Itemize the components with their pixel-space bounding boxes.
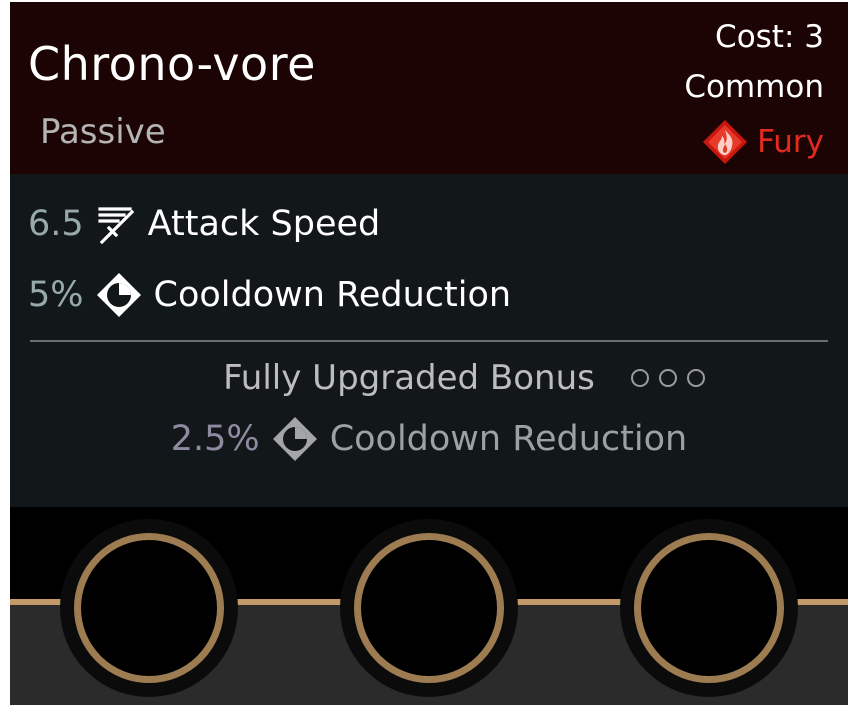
faction-label: Fury: [757, 124, 824, 160]
stat-value: 5%: [28, 275, 84, 315]
upgrade-pip-empty: [658, 369, 677, 387]
item-type: Passive: [40, 112, 166, 152]
upgrade-pip-empty: [630, 369, 649, 387]
item-rarity: Common: [684, 69, 824, 105]
slot-ring: [354, 533, 504, 683]
item-card: Chrono-vore Passive Cost: 3 Common Fury …: [10, 2, 848, 705]
cooldown-clock-icon: [272, 417, 317, 461]
upgrade-bonus-header: Fully Upgraded Bonus: [10, 354, 848, 402]
section-divider: [30, 340, 828, 342]
upgrade-pip-empty: [686, 369, 705, 387]
fury-flame-icon: [703, 120, 748, 164]
stat-label: Cooldown Reduction: [153, 275, 512, 315]
bonus-title: Fully Upgraded Bonus: [223, 358, 595, 398]
slot-ring: [634, 533, 784, 683]
stat-label: Attack Speed: [147, 204, 381, 244]
stat-row-cooldown-reduction: 5% Cooldown Reduction: [28, 270, 511, 320]
upgrade-slot-2[interactable]: [340, 519, 518, 697]
upgrade-slot-3[interactable]: [620, 519, 798, 697]
card-body: 6.5 Attack Speed 5% Cooldown Reduction F…: [10, 174, 848, 507]
upgrade-progress: [630, 369, 705, 387]
item-cost: Cost: 3: [715, 19, 824, 55]
slot-ring: [74, 533, 224, 683]
attack-speed-icon: [98, 207, 134, 244]
upgrade-slot-1[interactable]: [60, 519, 238, 697]
faction-badge: Fury: [701, 118, 824, 166]
upgrade-slots: [10, 507, 848, 705]
item-title: Chrono-vore: [28, 37, 316, 91]
card-header: Chrono-vore Passive Cost: 3 Common Fury: [10, 2, 848, 174]
bonus-stat-label: Cooldown Reduction: [329, 419, 688, 459]
stat-row-attack-speed: 6.5 Attack Speed: [28, 199, 380, 249]
bonus-stat-row: 2.5% Cooldown Reduction: [10, 414, 848, 464]
stat-value: 6.5: [28, 204, 84, 244]
cooldown-clock-icon: [96, 273, 141, 317]
bonus-stat-value: 2.5%: [170, 419, 260, 459]
